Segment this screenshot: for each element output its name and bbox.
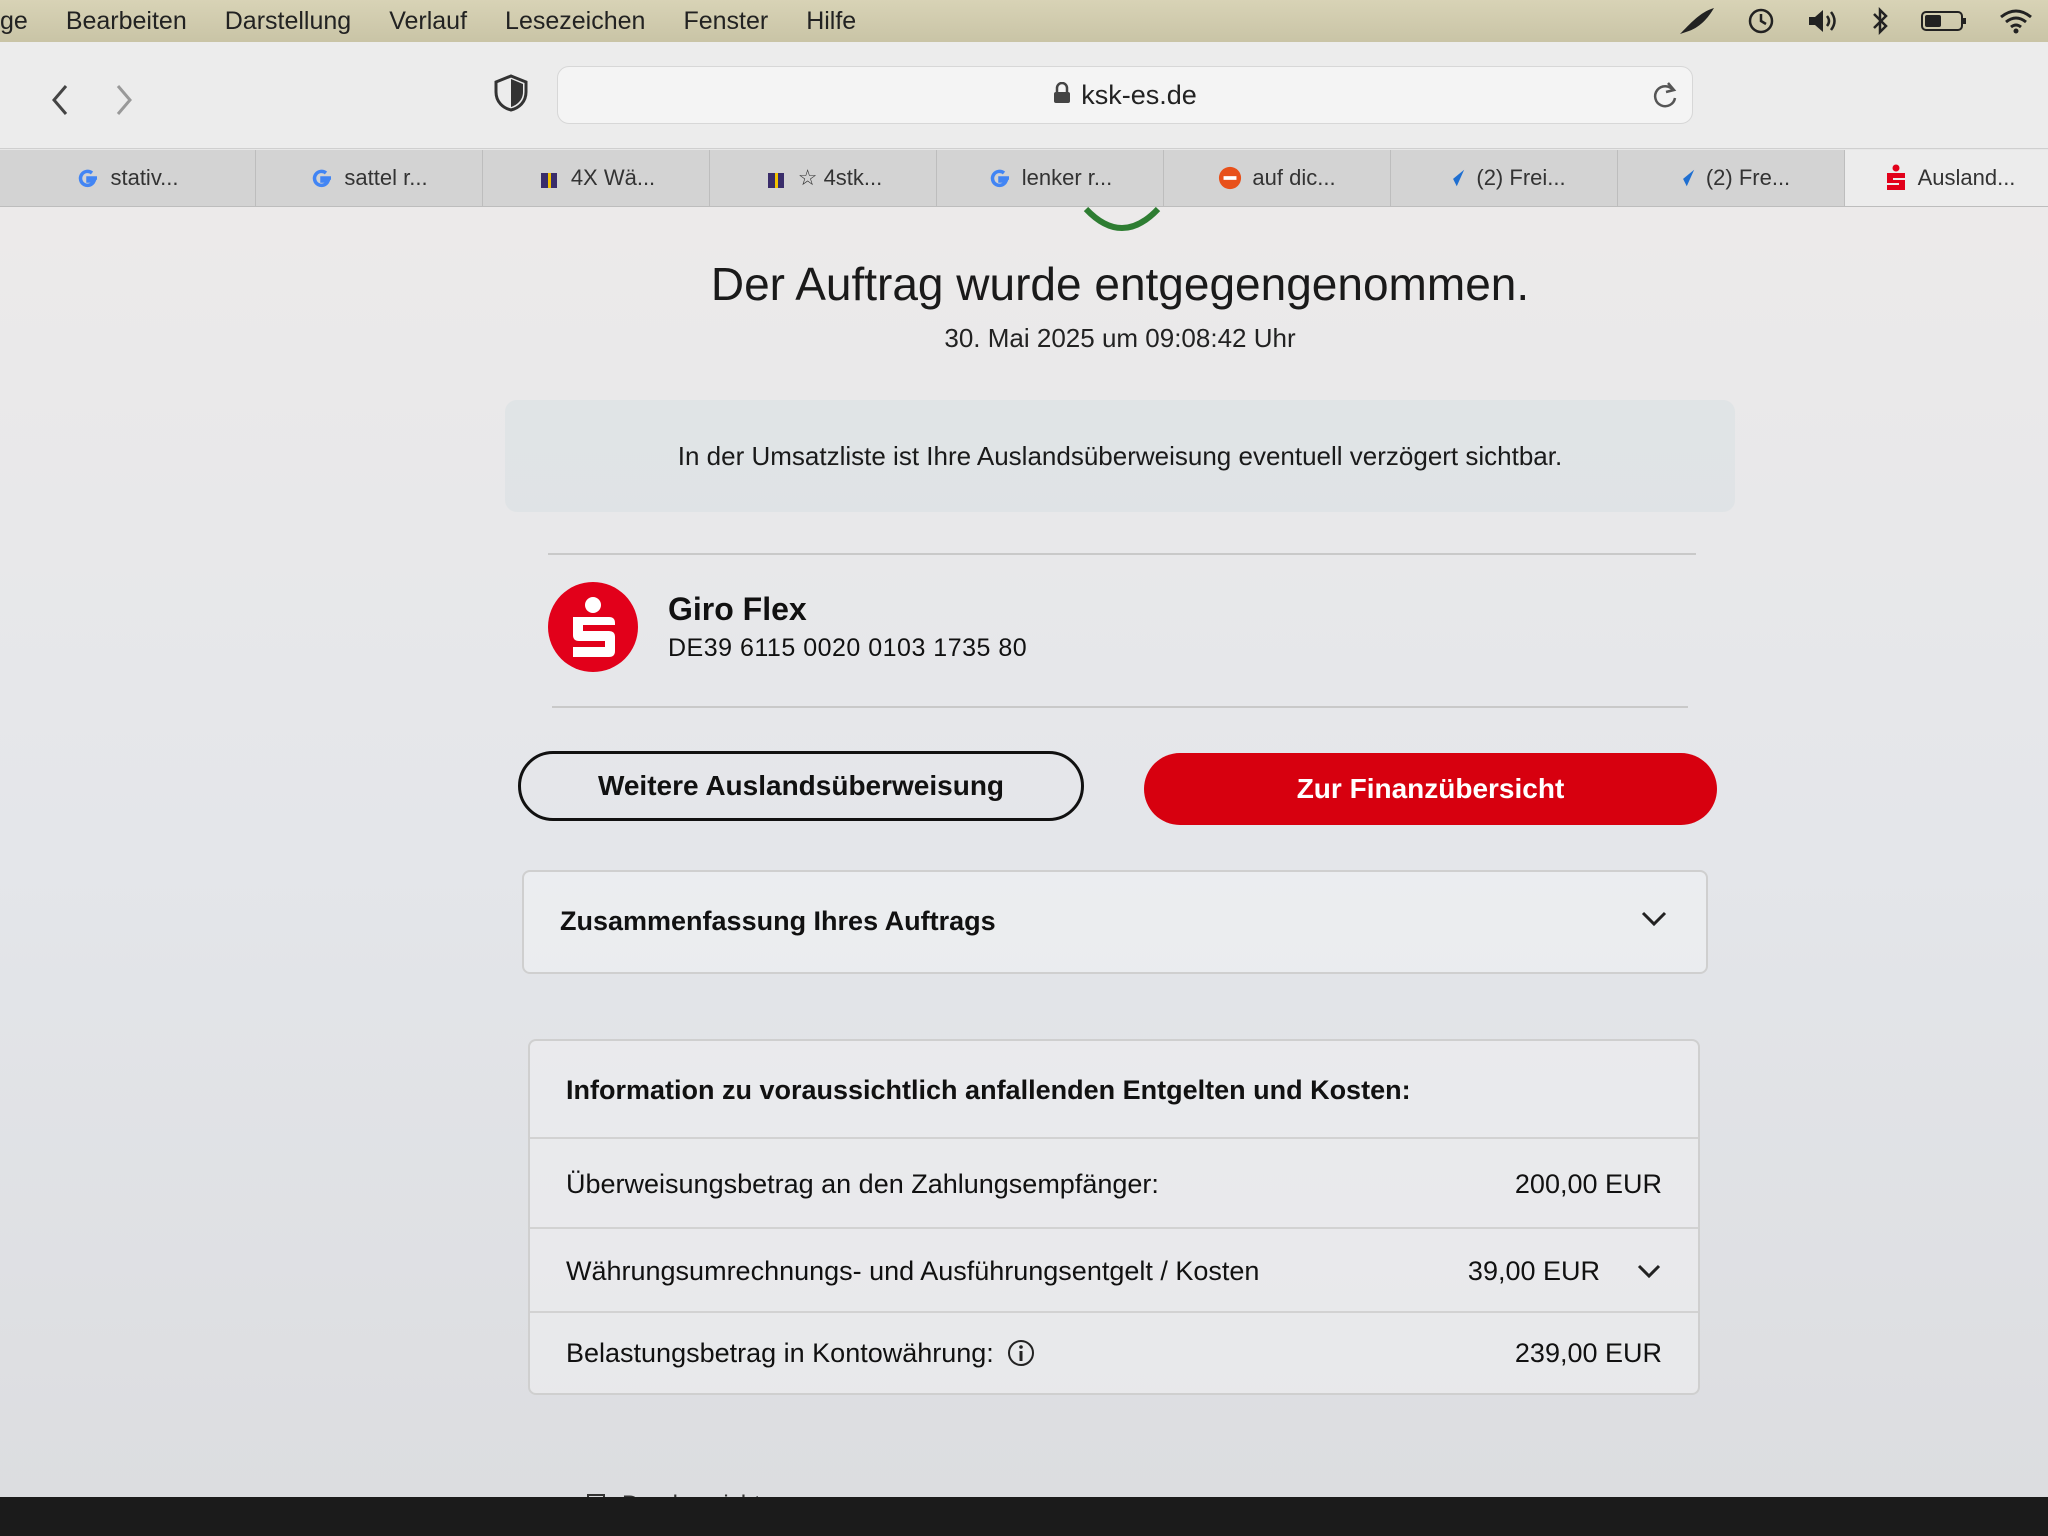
finance-overview-button[interactable]: Zur Finanzübersicht — [1144, 753, 1717, 825]
time-machine-icon[interactable] — [1746, 6, 1776, 36]
chevron-right-icon — [116, 85, 132, 115]
bird-icon — [1672, 166, 1696, 190]
menu-item-verlauf[interactable]: Verlauf — [389, 7, 467, 36]
menu-item-darstellung[interactable]: Darstellung — [225, 7, 351, 36]
divider — [530, 1137, 1698, 1139]
bluetooth-icon[interactable] — [1870, 6, 1890, 36]
tab-1[interactable]: stativ... — [0, 150, 255, 206]
browser-toolbar: ksk-es.de — [0, 42, 2048, 149]
costs-panel: Information zu voraussichtlich anfallend… — [528, 1039, 1700, 1395]
account-name: Giro Flex — [668, 591, 807, 627]
menu-item-bearbeiten[interactable]: Bearbeiten — [66, 7, 187, 36]
cost-value: 39,00 EUR — [1467, 1255, 1600, 1286]
tab-label: (2) Frei... — [1476, 165, 1566, 190]
tab-bar: stativ... sattel r... 4X Wä... ☆ 4stk... len… — [0, 150, 2048, 207]
divider — [548, 553, 1696, 555]
tab-2[interactable]: sattel r... — [255, 150, 482, 206]
divider — [530, 1227, 1698, 1229]
costs-heading: Information zu voraussichtlich anfallend… — [566, 1075, 1411, 1105]
cost-row-fees[interactable]: Währungsumrechnungs- und Ausführungsentg… — [566, 1241, 1662, 1301]
lock-icon — [1053, 80, 1071, 111]
forward-button[interactable] — [104, 80, 144, 120]
menu-bar: ge Bearbeiten Darstellung Verlauf Leseze… — [0, 0, 2048, 42]
tab-9[interactable]: Ausland... — [1844, 150, 2048, 206]
status-area — [1678, 0, 2048, 42]
menu-item-lesezeichen[interactable]: Lesezeichen — [505, 7, 645, 36]
order-summary-label: Zusammenfassung Ihres Auftrags — [560, 906, 996, 936]
cost-label: Belastungsbetrag in Kontowährung: — [566, 1337, 994, 1368]
sparkasse-icon — [1884, 164, 1908, 190]
google-icon — [76, 166, 100, 190]
menu-item-fenster[interactable]: Fenster — [683, 7, 768, 36]
tab-label: stativ... — [110, 165, 179, 190]
tab-4[interactable]: ☆ 4stk... — [709, 150, 936, 206]
menu-item-hilfe[interactable]: Hilfe — [806, 7, 856, 36]
reload-icon[interactable] — [1652, 81, 1678, 116]
cost-value: 239,00 EUR — [1514, 1337, 1662, 1368]
mobile-de-icon — [1218, 166, 1242, 190]
tab-5[interactable]: lenker r... — [936, 150, 1163, 206]
url-text: ksk-es.de — [1081, 79, 1197, 110]
tab-label: sattel r... — [344, 165, 428, 190]
cost-label: Überweisungsbetrag an den Zahlungsempfän… — [566, 1168, 1159, 1199]
tab-7[interactable]: (2) Frei... — [1390, 150, 1617, 206]
info-icon[interactable] — [1006, 1338, 1036, 1368]
tab-label: ☆ 4stk... — [797, 165, 883, 190]
tab-6[interactable]: auf dic... — [1163, 150, 1390, 206]
another-transfer-button[interactable]: Weitere Auslandsüberweisung — [518, 751, 1084, 821]
tab-8[interactable]: (2) Fre... — [1617, 150, 1844, 206]
google-icon — [988, 166, 1012, 190]
tab-label: lenker r... — [1021, 165, 1113, 190]
gift-icon — [537, 166, 561, 190]
account-card: Giro Flex DE39 6115 0020 0103 1735 80 — [548, 582, 1027, 672]
page-content: Der Auftrag wurde entgegengenommen. 30. … — [0, 207, 2048, 1518]
info-notice: In der Umsatzliste ist Ihre Auslandsüber… — [505, 400, 1735, 512]
menu-item-ablage[interactable]: ge — [0, 7, 28, 36]
cost-value: 200,00 EUR — [1514, 1168, 1662, 1199]
gift-icon — [764, 166, 788, 190]
cost-label: Währungsumrechnungs- und Ausführungsentg… — [566, 1255, 1260, 1286]
feather-icon[interactable] — [1678, 6, 1716, 36]
tab-3[interactable]: 4X Wä... — [482, 150, 709, 206]
wifi-icon[interactable] — [1998, 7, 2034, 35]
sparkasse-logo-icon — [548, 582, 638, 672]
chevron-left-icon — [52, 85, 68, 115]
screen-bezel — [0, 1497, 2048, 1536]
privacy-shield-icon[interactable] — [493, 74, 529, 112]
chevron-down-icon[interactable] — [1640, 910, 1668, 933]
back-button[interactable] — [40, 80, 80, 120]
tab-label: 4X Wä... — [570, 165, 656, 190]
divider — [552, 706, 1688, 708]
cost-row-debit-amount: Belastungsbetrag in Kontowährung: 239,00… — [566, 1323, 1662, 1383]
confirmation-title: Der Auftrag wurde entgegengenommen. — [710, 258, 1530, 310]
divider — [530, 1311, 1698, 1313]
volume-icon[interactable] — [1806, 7, 1840, 35]
google-icon — [310, 166, 334, 190]
order-summary-accordion[interactable]: Zusammenfassung Ihres Auftrags — [522, 870, 1708, 974]
address-bar[interactable]: ksk-es.de — [557, 66, 1693, 124]
confirmation-datetime: 30. Mai 2025 um 09:08:42 Uhr — [944, 323, 1296, 353]
battery-icon[interactable] — [1920, 9, 1968, 33]
cost-row-transfer-amount: Überweisungsbetrag an den Zahlungsempfän… — [566, 1154, 1662, 1214]
account-iban: DE39 6115 0020 0103 1735 80 — [668, 634, 1028, 662]
tab-label: auf dic... — [1252, 165, 1336, 190]
success-check-icon — [1083, 207, 1161, 231]
chevron-down-icon[interactable] — [1636, 1263, 1662, 1279]
tab-label: Ausland... — [1917, 165, 2016, 190]
tab-label: (2) Fre... — [1705, 165, 1791, 190]
bird-icon — [1442, 166, 1466, 190]
